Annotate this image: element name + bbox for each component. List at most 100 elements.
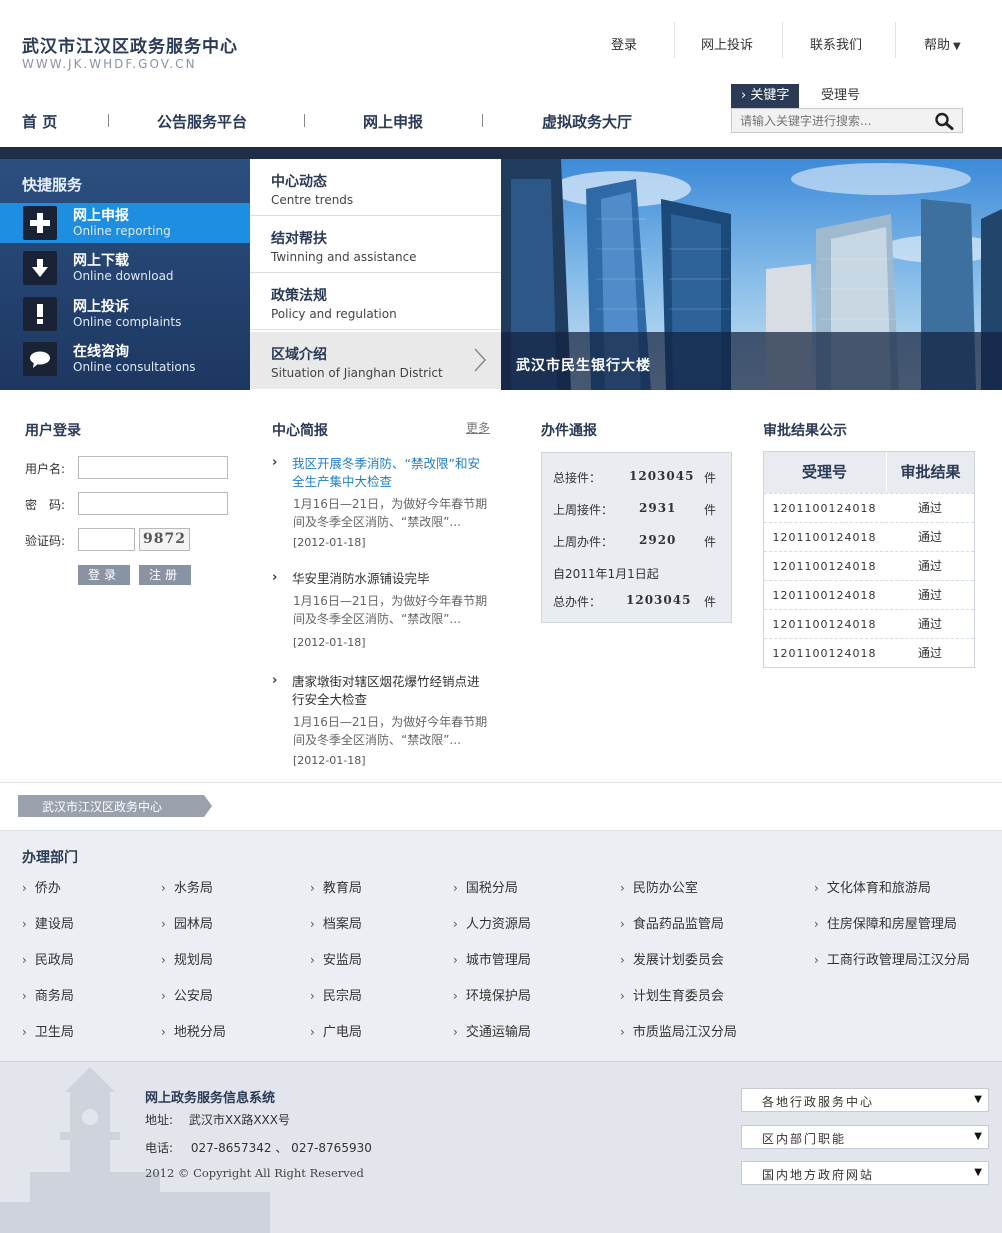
department-link[interactable]: › 规划局 <box>161 949 213 968</box>
department-label: 民防办公室 <box>632 881 698 896</box>
search-icon[interactable] <box>934 112 954 130</box>
department-link[interactable]: › 民政局 <box>22 949 74 968</box>
nav-notice-platform[interactable]: 公告服务平台 <box>157 111 247 132</box>
department-label: 安监局 <box>322 953 362 968</box>
caret-down-icon: ▼ <box>974 1094 982 1105</box>
row-result: 通过 <box>917 559 942 573</box>
banner-image[interactable]: 武汉市民生银行大楼 <box>501 159 1002 390</box>
department-link[interactable]: › 住房保障和房屋管理局 <box>814 913 957 932</box>
department-link[interactable]: › 计划生育委员会 <box>620 985 724 1004</box>
department-link[interactable]: › 广电局 <box>310 1021 362 1040</box>
department-link[interactable]: › 工商行政管理局江汉分局 <box>814 949 970 968</box>
password-field[interactable] <box>78 492 228 515</box>
nav-virtual-hall[interactable]: 虚拟政务大厅 <box>542 111 632 132</box>
menu-item-en: Centre trends <box>271 193 354 207</box>
stat-unit: 件 <box>704 595 717 609</box>
divider <box>895 22 896 58</box>
department-link[interactable]: › 民宗局 <box>310 985 362 1004</box>
search-box <box>731 108 963 133</box>
department-link[interactable]: › 发展计划委员会 <box>620 949 724 968</box>
department-link[interactable]: › 卫生局 <box>22 1021 74 1040</box>
department-label: 建设局 <box>34 917 74 932</box>
news-item-date: [2012-01-18] <box>293 754 366 767</box>
table-row[interactable]: 1201100124018 通过 <box>764 609 974 638</box>
plus-icon <box>23 206 57 240</box>
more-link[interactable]: 更多 <box>466 419 490 436</box>
table-header: 受理号 审批结果 <box>764 452 974 492</box>
table-row[interactable]: 1201100124018 通过 <box>764 493 974 522</box>
chevron-right-icon: › <box>620 917 625 931</box>
dept-functions-select[interactable]: 区内部门职能 ▼ <box>741 1125 989 1149</box>
contact-link[interactable]: 联系我们 <box>810 34 862 53</box>
captcha-field[interactable] <box>78 528 135 551</box>
department-link[interactable]: › 地税分局 <box>161 1021 226 1040</box>
chat-bubble-icon <box>23 342 57 376</box>
department-link[interactable]: › 文化体育和旅游局 <box>814 877 931 896</box>
quick-online-complaints[interactable]: 网上投诉 Online complaints <box>0 294 250 334</box>
chevron-right-icon: › <box>620 881 625 895</box>
department-link[interactable]: › 人力资源局 <box>453 913 531 932</box>
department-label: 工商行政管理局江汉分局 <box>826 953 970 968</box>
quick-online-consultations[interactable]: 在线咨询 Online consultations <box>0 339 250 379</box>
department-link[interactable]: › 食品药品监管局 <box>620 913 724 932</box>
news-item-title[interactable]: 我区开展冬季消防、“禁改限”和安全生产集中大检查 <box>292 455 488 491</box>
search-input[interactable] <box>740 112 926 130</box>
quick-online-reporting[interactable]: 网上申报 Online reporting <box>0 203 250 243</box>
table-row[interactable]: 1201100124018 通过 <box>764 551 974 580</box>
menu-twinning-assistance[interactable]: 结对帮扶 Twinning and assistance <box>250 216 501 273</box>
department-link[interactable]: › 教育局 <box>310 877 362 896</box>
department-link[interactable]: › 安监局 <box>310 949 362 968</box>
menu-item-cn: 区域介绍 <box>271 347 327 363</box>
table-row[interactable]: 1201100124018 通过 <box>764 522 974 551</box>
nav-home[interactable]: 首 页 <box>22 111 57 132</box>
help-menu[interactable]: 帮助 ▼ <box>924 34 961 53</box>
username-field[interactable] <box>78 456 228 479</box>
department-link[interactable]: › 城市管理局 <box>453 949 531 968</box>
tab-keyword[interactable]: › 关键字 <box>731 84 800 108</box>
tab-number[interactable]: 受理号 <box>811 84 870 108</box>
department-link[interactable]: › 档案局 <box>310 913 362 932</box>
department-link[interactable]: › 交通运输局 <box>453 1021 531 1040</box>
row-number: 1201100124018 <box>772 618 877 631</box>
register-button[interactable]: 注册 <box>139 565 191 585</box>
department-label: 民政局 <box>34 953 74 968</box>
news-item: › 我区开展冬季消防、“禁改限”和安全生产集中大检查 1月16日—21日，为做好… <box>272 455 494 555</box>
news-item-title[interactable]: 唐家墩街对辖区烟花爆竹经销点进行安全大检查 <box>292 673 488 709</box>
department-link[interactable]: › 公安局 <box>161 985 213 1004</box>
stat-label: 上周接件： <box>553 503 614 517</box>
department-link[interactable]: › 环境保护局 <box>453 985 531 1004</box>
quick-online-download[interactable]: 网上下载 Online download <box>0 248 250 288</box>
captcha-image[interactable]: 9872 <box>139 528 190 551</box>
footer-phone: 电话: 027-8657342 、 027-8765930 <box>145 1139 372 1156</box>
row-number: 1201100124018 <box>772 531 877 544</box>
login-button[interactable]: 登录 <box>78 565 130 585</box>
login-link[interactable]: 登录 <box>611 34 637 53</box>
site-url: WWW.JK.WHDF.GOV.CN <box>22 57 197 71</box>
table-row[interactable]: 1201100124018 通过 <box>764 580 974 609</box>
department-link[interactable]: › 建设局 <box>22 913 74 932</box>
admin-centers-select[interactable]: 各地行政服务中心 ▼ <box>741 1088 989 1112</box>
menu-policy-regulation[interactable]: 政策法规 Policy and regulation <box>250 273 501 330</box>
news-item-title[interactable]: 华安里消防水源铺设完毕 <box>292 570 488 588</box>
department-link[interactable]: › 侨办 <box>22 877 61 896</box>
department-label: 人力资源局 <box>465 917 531 932</box>
department-link[interactable]: › 园林局 <box>161 913 213 932</box>
row-number: 1201100124018 <box>772 647 877 660</box>
chevron-right-icon: › <box>620 1025 625 1039</box>
department-link[interactable]: › 水务局 <box>161 877 213 896</box>
nav-online-apply[interactable]: 网上申报 <box>363 111 423 132</box>
chevron-right-icon: › <box>272 455 278 470</box>
department-link[interactable]: › 商务局 <box>22 985 74 1004</box>
table-row[interactable]: 1201100124018 通过 <box>764 638 974 667</box>
menu-centre-trends[interactable]: 中心动态 Centre trends <box>250 159 501 216</box>
menu-district-intro[interactable]: 区域介绍 Situation of Jianghan District <box>250 332 501 389</box>
department-link[interactable]: › 民防办公室 <box>620 877 698 896</box>
complaint-link[interactable]: 网上投诉 <box>701 34 753 53</box>
departments-panel: 办理部门 › 侨办 › 水务局 › 教育局 › 国税分局 › 民防办公室 › 文化体育和旅游局 › 建设局… <box>0 830 1002 1061</box>
gov-sites-select[interactable]: 国内地方政府网站 ▼ <box>741 1161 989 1185</box>
breadcrumb-strip: 武汉市江汉区政务中心 <box>0 782 1002 830</box>
department-link[interactable]: › 国税分局 <box>453 877 518 896</box>
stat-label: 上周办件： <box>553 535 614 549</box>
quick-item-cn: 网上申报 <box>73 208 129 224</box>
department-link[interactable]: › 市质监局江汉分局 <box>620 1021 737 1040</box>
